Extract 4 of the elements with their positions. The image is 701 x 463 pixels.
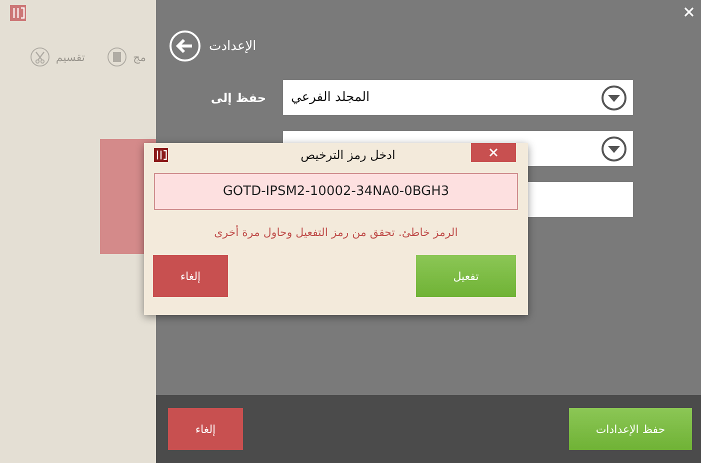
dialog-title: ادخل رمز الترخيص [300, 148, 396, 162]
field-label: حفظ إلى [210, 90, 266, 104]
error-message: الرمز خاطئ. تحقق من رمز التفعيل وحاول مرة أخرى [213, 226, 459, 239]
settings-title: الإعدادت [209, 38, 256, 54]
